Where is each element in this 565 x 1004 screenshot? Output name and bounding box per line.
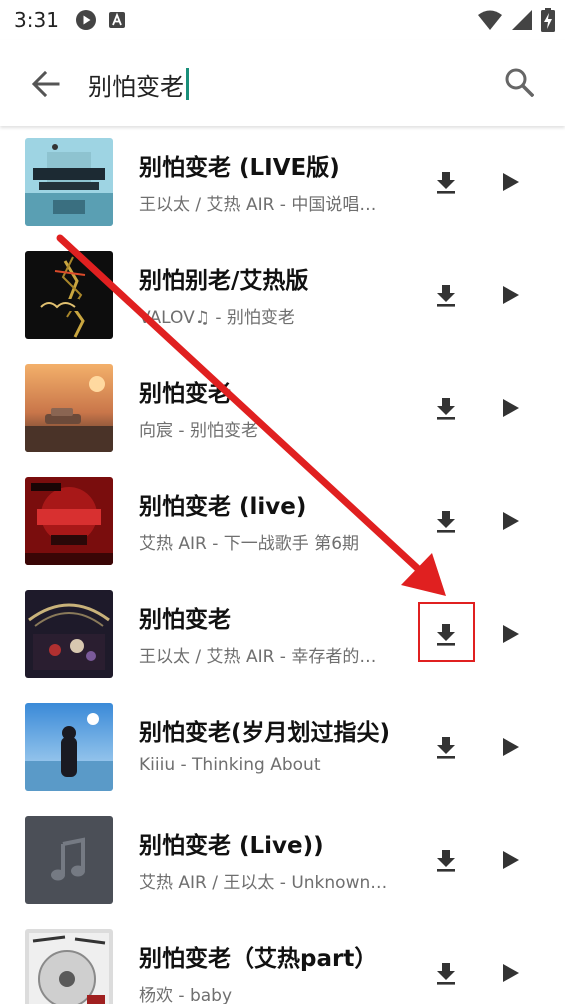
- search-input[interactable]: 别怕变老: [88, 64, 189, 104]
- search-button[interactable]: [499, 62, 539, 102]
- play-icon: [503, 286, 519, 304]
- list-item[interactable]: 别怕变老 王以太 / 艾热 AIR - 幸存者的狂欢: [0, 578, 565, 691]
- text-caret: [186, 68, 189, 100]
- play-button[interactable]: [490, 953, 530, 993]
- battery-charging-icon: [541, 8, 555, 32]
- song-artist-album: 杨欢 - baby: [139, 986, 233, 1004]
- back-button[interactable]: [26, 64, 66, 104]
- album-cover-placeholder: [25, 816, 113, 904]
- list-item[interactable]: 别怕变老 向宸 - 别怕变老: [0, 352, 565, 465]
- status-time: 3:31: [14, 8, 59, 32]
- download-icon: [437, 511, 455, 533]
- play-button[interactable]: [490, 388, 530, 428]
- download-button[interactable]: [426, 953, 466, 993]
- song-artist-album: 艾热 AIR - 下一战歌手 第6期: [139, 534, 360, 554]
- song-artist-album: VALOV♫ - 别怕变老: [139, 308, 295, 328]
- download-icon: [437, 285, 455, 307]
- song-title: 别怕别老/艾热版: [139, 268, 309, 294]
- album-cover: [25, 477, 113, 565]
- album-cover: [25, 590, 113, 678]
- play-button[interactable]: [490, 614, 530, 654]
- play-icon: [503, 738, 519, 756]
- song-title: 别怕变老: [139, 381, 231, 407]
- list-item[interactable]: 别怕变老(岁月划过指尖) Kiiiu - Thinking About: [0, 691, 565, 804]
- download-button[interactable]: [426, 162, 466, 202]
- song-artist-album: 王以太 / 艾热 AIR - 幸存者的狂欢: [139, 647, 389, 667]
- download-button[interactable]: [426, 275, 466, 315]
- play-icon: [503, 173, 519, 191]
- play-icon: [503, 625, 519, 643]
- arrow-left-icon: [32, 70, 60, 98]
- play-button[interactable]: [490, 727, 530, 767]
- album-cover: [25, 929, 113, 1004]
- download-button[interactable]: [426, 840, 466, 880]
- download-button[interactable]: [426, 501, 466, 541]
- play-button[interactable]: [490, 275, 530, 315]
- download-icon: [437, 172, 455, 194]
- song-artist-album: 向宸 - 别怕变老: [139, 421, 258, 441]
- download-button[interactable]: [426, 727, 466, 767]
- song-title: 别怕变老（艾热part）: [139, 946, 378, 972]
- song-artist-album: Kiiiu - Thinking About: [139, 755, 321, 775]
- search-query-text: 别怕变老: [88, 72, 184, 101]
- search-results-list: 别怕变老 (LIVE版) 王以太 / 艾热 AIR - 中国说唱巅峰对决: [0, 126, 565, 1004]
- song-artist-album: 王以太 / 艾热 AIR - 中国说唱巅峰对决: [139, 195, 389, 215]
- album-cover: [25, 138, 113, 226]
- play-icon: [503, 964, 519, 982]
- search-toolbar: 别怕变老: [0, 40, 565, 126]
- song-title: 别怕变老 (live): [139, 494, 307, 520]
- media-play-status-icon: [75, 10, 96, 30]
- cell-signal-icon: [512, 10, 532, 30]
- list-item[interactable]: 别怕变老 (LIVE版) 王以太 / 艾热 AIR - 中国说唱巅峰对决: [0, 126, 565, 239]
- play-icon: [503, 512, 519, 530]
- list-item[interactable]: 别怕变老 (Live)) 艾热 AIR / 王以太 - Unknown Albu…: [0, 804, 565, 917]
- list-item[interactable]: 别怕别老/艾热版 VALOV♫ - 别怕变老: [0, 239, 565, 352]
- list-item[interactable]: 别怕变老（艾热part） 杨欢 - baby: [0, 917, 565, 1004]
- play-icon: [503, 399, 519, 417]
- play-icon: [503, 851, 519, 869]
- download-icon: [437, 963, 455, 985]
- song-title: 别怕变老: [139, 607, 231, 633]
- song-title: 别怕变老 (LIVE版): [139, 155, 340, 181]
- download-button[interactable]: [426, 388, 466, 428]
- search-icon: [505, 68, 534, 97]
- song-title: 别怕变老(岁月划过指尖): [139, 720, 391, 746]
- play-button[interactable]: [490, 162, 530, 202]
- download-icon: [437, 398, 455, 420]
- album-cover: [25, 364, 113, 452]
- app-notification-icon: [108, 12, 125, 28]
- song-title: 别怕变老 (Live)): [139, 833, 324, 859]
- album-cover: [25, 251, 113, 339]
- play-button[interactable]: [490, 840, 530, 880]
- download-icon: [437, 737, 455, 759]
- album-cover: [25, 703, 113, 791]
- annotation-highlight-box: [418, 602, 475, 662]
- list-item[interactable]: 别怕变老 (live) 艾热 AIR - 下一战歌手 第6期: [0, 465, 565, 578]
- wifi-icon: [478, 10, 502, 30]
- play-button[interactable]: [490, 501, 530, 541]
- status-bar: 3:31: [0, 0, 565, 40]
- song-artist-album: 艾热 AIR / 王以太 - Unknown Album: [139, 873, 389, 893]
- download-icon: [437, 850, 455, 872]
